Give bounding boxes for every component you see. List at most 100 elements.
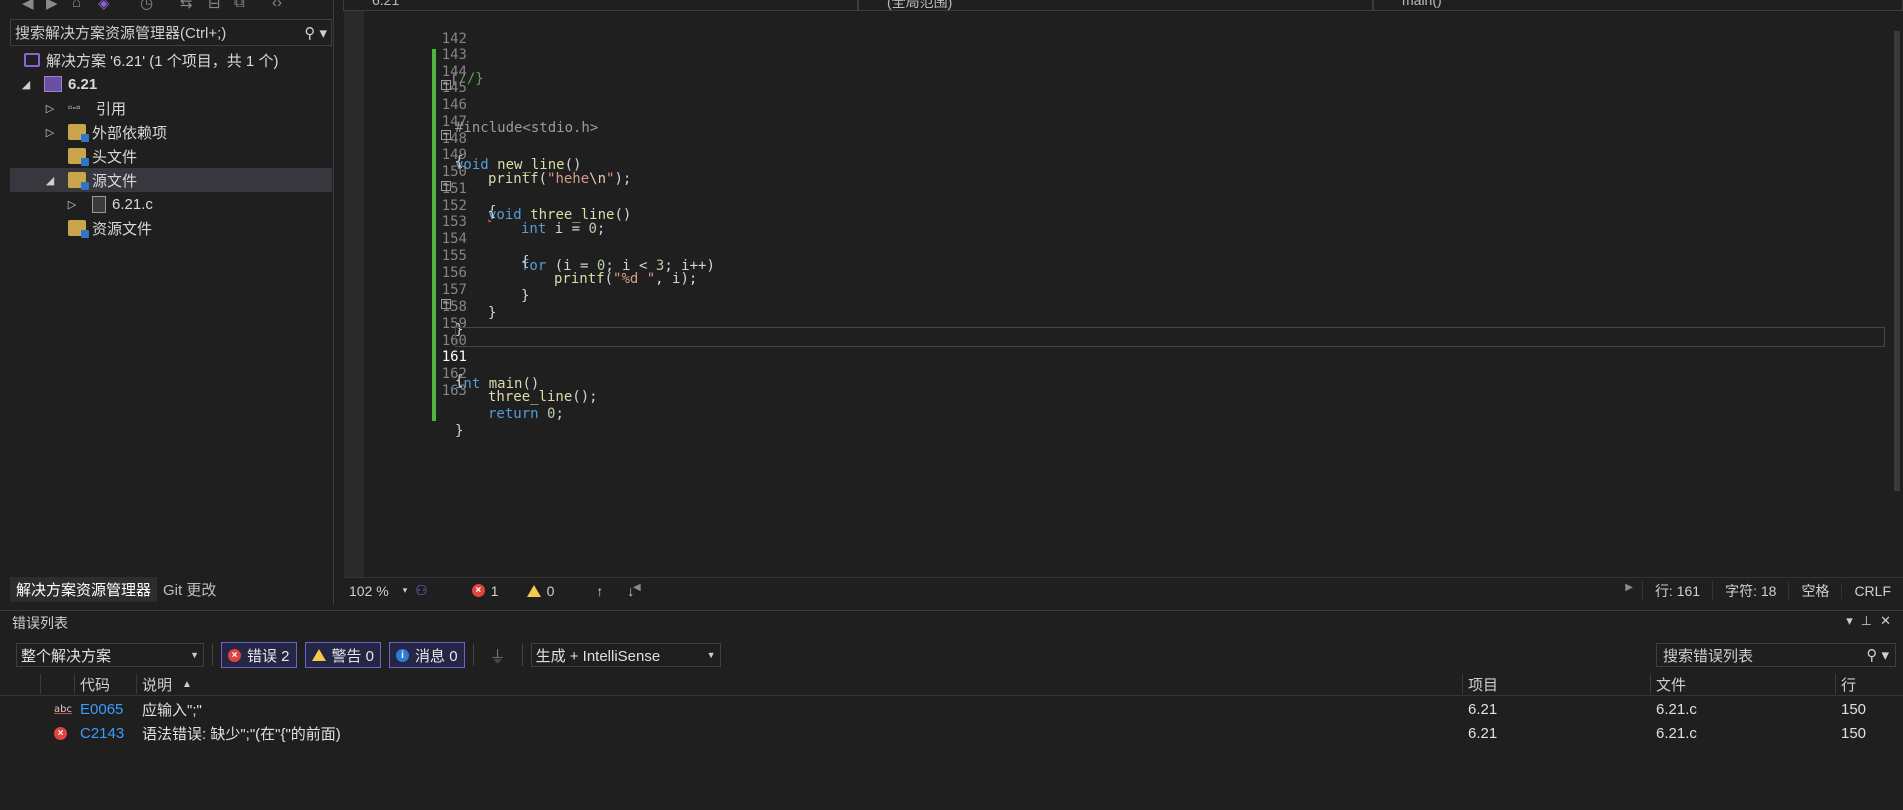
tree-item-label: 源文件: [92, 172, 138, 190]
solution-explorer-toolbar: ◀ ▶ ⌂ ◈ ◷ ⇆ ⊟ ⧉ ‹›: [0, 0, 333, 12]
build-intellisense-select[interactable]: 生成 + IntelliSense ▼: [530, 643, 721, 667]
tree-item-file-6-21-c[interactable]: ▷ 6.21.c: [10, 192, 332, 216]
tree-project[interactable]: ◢ 6.21: [10, 72, 332, 96]
error-list-toolbar: 整个解决方案 ▼ × 错误 2 警告 0 i 消息 0 ⏚ 生成 + Intel…: [16, 641, 1896, 669]
tree-solution[interactable]: 解决方案 '6.21' (1 个项目，共 1 个): [10, 48, 332, 72]
error-code-link[interactable]: C2143: [76, 721, 124, 745]
error-icon: ×: [471, 584, 485, 597]
line-number: 163: [441, 383, 467, 399]
solution-search-input[interactable]: 搜索解决方案资源管理器(Ctrl+;) ⚲ ▾: [10, 19, 332, 46]
scroll-left-icon[interactable]: ◀: [633, 582, 641, 593]
intellicode-icon[interactable]: ⚇: [415, 582, 428, 599]
tab-git-changes[interactable]: Git 更改: [157, 577, 222, 602]
tree-item-header-files[interactable]: 头文件: [10, 144, 332, 168]
tree-item-label: 外部依赖项: [92, 124, 168, 142]
error-table-header: 代码 说明 ▲ 项目 文件 行: [0, 672, 1903, 696]
zoom-dropdown[interactable]: 102 % ▾ ⚇: [343, 582, 434, 599]
tree-item-label: 6.21.c: [112, 195, 153, 213]
arrow-up-icon[interactable]: ↑: [596, 583, 603, 599]
collapsed-triangle-icon[interactable]: ▷: [44, 102, 56, 115]
vs-switch-view-icon[interactable]: ◈: [98, 0, 110, 12]
project-icon: [44, 76, 62, 92]
column-code[interactable]: 代码: [76, 672, 110, 696]
search-icon[interactable]: ⚲ ▾: [304, 24, 327, 42]
vertical-scrollbar[interactable]: [1891, 11, 1903, 577]
error-line: 150: [1841, 724, 1867, 742]
expand-triangle-icon[interactable]: ◢: [44, 174, 56, 187]
collapsed-triangle-icon[interactable]: ▷: [44, 126, 56, 139]
tree-item-resource-files[interactable]: 资源文件: [10, 216, 332, 240]
filter-folder-icon: [68, 148, 89, 166]
warnings-filter-label: 警告 0: [331, 647, 375, 665]
column-line[interactable]: 行: [1837, 672, 1856, 696]
error-icon: ×: [228, 648, 241, 662]
error-count[interactable]: × 1: [471, 582, 499, 599]
scroll-right-icon[interactable]: ▶: [1625, 582, 1633, 593]
code-line: 163 }: [343, 361, 1903, 439]
collapse-icon[interactable]: −: [441, 130, 451, 140]
error-row[interactable]: × C2143 语法错误: 缺少";"(在"{"的前面) 6.21 6.21.c…: [0, 721, 1903, 745]
indent-indicator[interactable]: 空格: [1788, 581, 1841, 601]
code-view-icon[interactable]: ‹›: [272, 0, 282, 11]
sort-ascending-icon: ▲: [182, 678, 192, 690]
messages-filter-label: 消息 0: [415, 647, 458, 665]
error-search-input[interactable]: 搜索错误列表 ⚲ ▾: [1656, 643, 1896, 667]
project-label: 6.21: [68, 75, 98, 93]
error-description: 语法错误: 缺少";"(在"{"的前面): [142, 725, 341, 743]
error-count-value: 1: [490, 582, 499, 599]
chevron-down-icon: ▾: [402, 585, 408, 595]
line-indicator[interactable]: 行: 161: [1641, 581, 1712, 601]
warning-icon: [526, 584, 541, 597]
collapse-icon[interactable]: −: [441, 181, 451, 191]
chevron-down-icon[interactable]: ▾: [1846, 613, 1861, 628]
folder-icon: [68, 124, 89, 142]
warning-count[interactable]: 0: [526, 583, 554, 599]
tree-item-label: 引用: [96, 100, 127, 118]
error-line: 150: [1841, 700, 1867, 718]
cursor-position-info: 行: 161 字符: 18 空格 CRLF: [1641, 578, 1903, 604]
char-indicator[interactable]: 字符: 18: [1712, 581, 1788, 601]
expand-triangle-icon[interactable]: ◢: [20, 78, 32, 91]
collapsed-triangle-icon[interactable]: ▷: [66, 198, 78, 211]
error-row[interactable]: abc E0065 应输入";" 6.21 6.21.c 150: [0, 697, 1903, 721]
error-description: 应输入";": [142, 701, 202, 719]
eol-indicator[interactable]: CRLF: [1841, 583, 1903, 599]
horizontal-scrollbar[interactable]: ◀ ▶: [633, 582, 1633, 596]
back-icon[interactable]: ◀: [22, 0, 34, 12]
column-project[interactable]: 项目: [1464, 672, 1498, 696]
column-description[interactable]: 说明 ▲: [138, 672, 192, 696]
scrollbar-thumb[interactable]: [1894, 31, 1900, 491]
scope-select[interactable]: 整个解决方案 ▼: [16, 643, 204, 667]
tree-item-external-deps[interactable]: ▷ 外部依赖项: [10, 120, 332, 144]
search-icon[interactable]: ⚲ ▾: [1866, 646, 1889, 664]
error-icon: ×: [54, 726, 67, 740]
forward-icon[interactable]: ▶: [46, 0, 58, 12]
tab-solution-explorer[interactable]: 解决方案资源管理器: [10, 576, 158, 602]
show-all-files-icon[interactable]: ⧉: [234, 0, 245, 11]
history-icon[interactable]: ◷: [140, 0, 153, 12]
tree-item-references[interactable]: ▷ ▫-▫ 引用: [10, 96, 332, 120]
collapse-all-icon[interactable]: ⊟: [208, 0, 221, 12]
tree-item-source-files[interactable]: ◢ 源文件: [10, 168, 332, 192]
code-text: }: [455, 423, 464, 439]
warnings-filter-button[interactable]: 警告 0: [304, 642, 382, 668]
sync-icon[interactable]: ⇆: [180, 0, 193, 12]
solution-explorer-tabs: 解决方案资源管理器 Git 更改: [10, 576, 222, 602]
home-icon[interactable]: ⌂: [72, 0, 81, 11]
chevron-down-icon: ▼: [706, 650, 716, 660]
column-file[interactable]: 文件: [1652, 672, 1686, 696]
errors-filter-button[interactable]: × 错误 2: [221, 642, 297, 668]
collapse-icon[interactable]: −: [441, 80, 451, 90]
messages-filter-button[interactable]: i 消息 0: [389, 642, 465, 668]
collapse-icon[interactable]: −: [441, 299, 451, 309]
pin-icon[interactable]: ⊥: [1861, 613, 1880, 628]
toolbar-divider: [212, 644, 213, 666]
filter-funnel-icon[interactable]: ⏚: [490, 643, 506, 667]
close-icon[interactable]: ✕: [1880, 613, 1899, 628]
panel-window-controls: ▾⊥✕: [1846, 613, 1899, 629]
error-code-link[interactable]: E0065: [76, 697, 123, 721]
error-list-title: 错误列表: [12, 615, 68, 631]
warning-icon: [311, 649, 326, 661]
references-icon: ▫-▫: [68, 100, 81, 114]
toolbar-divider: [521, 644, 523, 666]
